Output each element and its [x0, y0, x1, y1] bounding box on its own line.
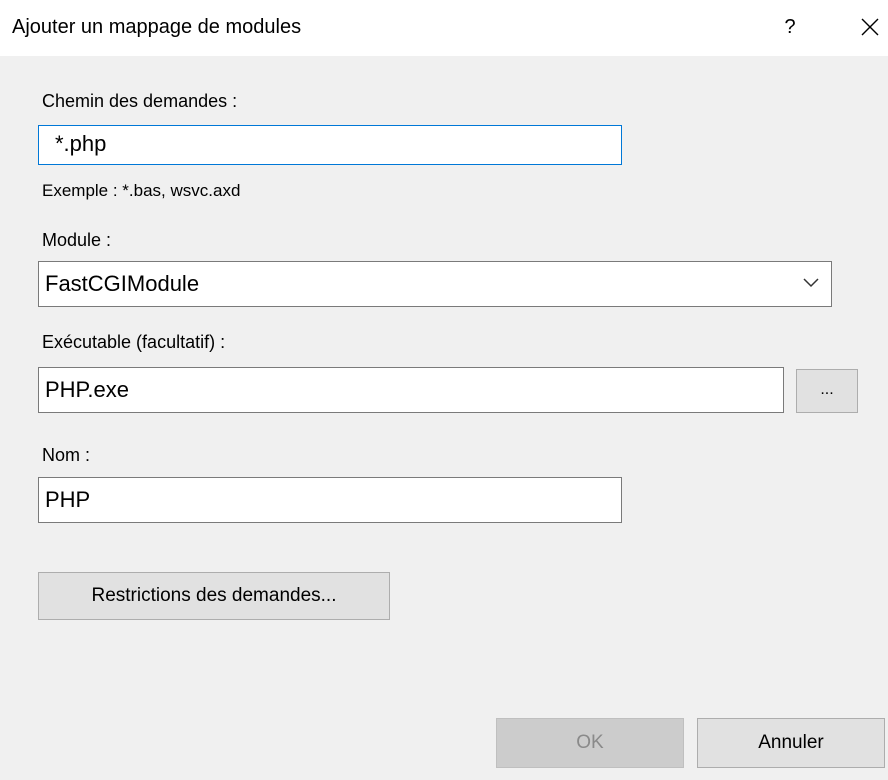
chevron-down-icon	[803, 278, 819, 288]
close-button[interactable]	[852, 10, 888, 44]
close-icon	[861, 18, 879, 36]
request-path-example: Exemple : *.bas, wsvc.axd	[42, 181, 241, 200]
add-module-mapping-dialog: Ajouter un mappage de modules ? Chemin d…	[0, 0, 888, 780]
name-input[interactable]: PHP	[38, 477, 622, 523]
help-button[interactable]: ?	[776, 10, 804, 44]
module-label: Module :	[42, 230, 112, 250]
title-bar: Ajouter un mappage de modules ?	[0, 0, 888, 56]
executable-value: PHP.exe	[45, 377, 129, 402]
browse-button[interactable]: ...	[796, 369, 858, 413]
dialog-title: Ajouter un mappage de modules	[12, 16, 302, 38]
name-label: Nom :	[42, 445, 91, 465]
module-selected-value: FastCGIModule	[45, 271, 200, 296]
request-path-input[interactable]: *.php	[38, 125, 622, 165]
name-value: PHP	[45, 487, 91, 512]
executable-input[interactable]: PHP.exe	[38, 367, 784, 413]
request-path-label: Chemin des demandes :	[42, 91, 238, 111]
request-path-value: *.php	[55, 131, 107, 156]
executable-label: Exécutable (facultatif) :	[42, 332, 226, 352]
cancel-button[interactable]: Annuler	[697, 718, 885, 768]
request-restrictions-button[interactable]: Restrictions des demandes...	[38, 572, 390, 620]
ok-button[interactable]: OK	[496, 718, 684, 768]
module-select[interactable]: FastCGIModule	[38, 261, 832, 307]
